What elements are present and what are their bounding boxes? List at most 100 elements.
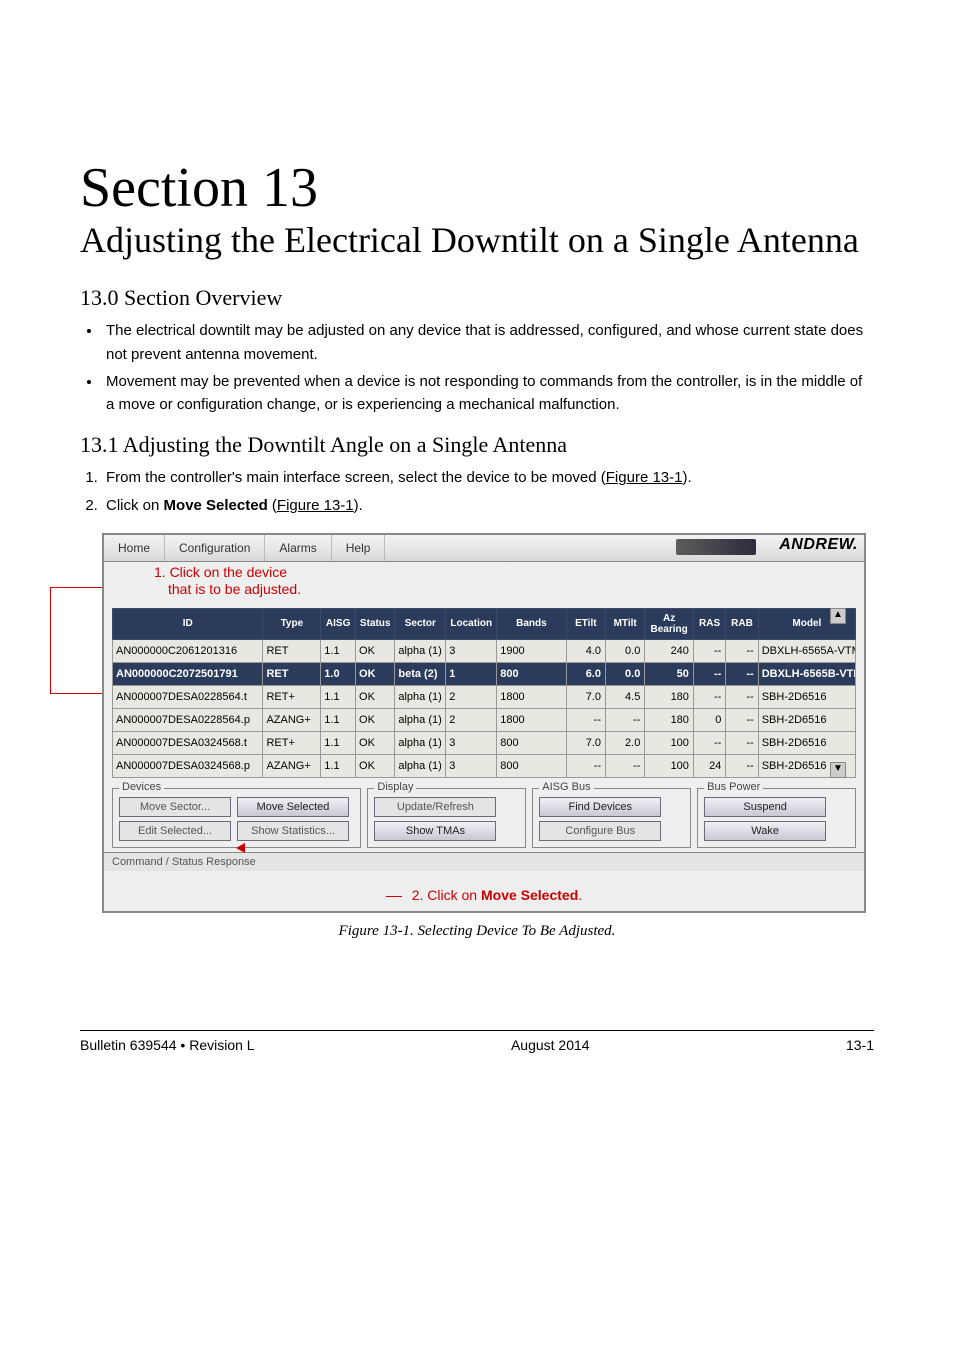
col-id[interactable]: ID [113,608,263,639]
move-sector-button[interactable]: Move Sector... [119,797,231,817]
table-row[interactable]: AN000000C2061201316RET1.1OKalpha (1)3190… [113,639,856,662]
cell-type: RET+ [263,685,321,708]
figure-wrap: Home Configuration Alarms Help ANDREW. 1… [80,533,874,940]
col-aisg[interactable]: AISG [321,608,356,639]
cell-etilt: 7.0 [566,685,605,708]
table-row[interactable]: AN000007DESA0324568.tRET+1.1OKalpha (1)3… [113,731,856,754]
callout-bottom: 2. Click on Move Selected. [104,871,864,911]
col-etilt[interactable]: ETilt [566,608,605,639]
panel-aisg-bus: AISG Bus Find Devices Configure Bus [532,788,691,848]
panel-label: Devices [119,781,164,793]
figure-link[interactable]: Figure 13-1 [606,469,683,486]
callout-text: . [578,887,582,903]
cell-location: 3 [446,754,497,777]
show-statistics-button[interactable]: Show Statistics... [237,821,349,841]
cell-status: OK [356,639,395,662]
brand-subbar [676,539,756,555]
cell-status: OK [356,731,395,754]
col-ras[interactable]: RAS [693,608,725,639]
cell-location: 3 [446,639,497,662]
cell-type: AZANG+ [263,708,321,731]
cell-type: RET+ [263,731,321,754]
col-type[interactable]: Type [263,608,321,639]
step-text: From the controller's main interface scr… [106,469,606,486]
cell-mtilt: -- [605,708,644,731]
menu-alarms[interactable]: Alarms [265,535,331,561]
table-row[interactable]: AN000007DESA0228564.tRET+1.1OKalpha (1)2… [113,685,856,708]
step-bold: Move Selected [164,497,268,514]
cell-rab: -- [726,685,758,708]
cell-etilt: 4.0 [566,639,605,662]
configure-bus-button[interactable]: Configure Bus [539,821,661,841]
cell-etilt: -- [566,754,605,777]
panel-label: Display [374,781,416,793]
cell-status: OK [356,708,395,731]
cell-mtilt: 0.0 [605,662,644,685]
table-row[interactable]: AN000007DESA0228564.pAZANG+1.1OKalpha (1… [113,708,856,731]
procedure-title: 13.1 Adjusting the Downtilt Angle on a S… [80,432,874,458]
menu-help[interactable]: Help [332,535,386,561]
cell-type: AZANG+ [263,754,321,777]
panel-area: Devices Move Sector... Move Selected Edi… [104,778,864,852]
cell-model: SBH-2D6516 [758,731,855,754]
table-row[interactable]: AN000007DESA0324568.pAZANG+1.1OKalpha (1… [113,754,856,777]
scroll-down-icon[interactable]: ▼ [830,762,846,778]
callout-arrow-icon [236,843,245,853]
callout-line: that is to be adjusted. [154,581,301,599]
callout-text: 2. Click on [412,887,481,903]
step-text: ( [268,497,277,514]
cell-bands: 1800 [497,685,566,708]
edit-selected-button[interactable]: Edit Selected... [119,821,231,841]
page-footer: Bulletin 639544 • Revision L August 2014… [80,1030,874,1053]
section-title: Section 13 [80,160,874,216]
cell-ras: -- [693,662,725,685]
callout-bold: Move Selected [481,887,578,903]
menu-home[interactable]: Home [104,535,165,561]
panel-display: Display Update/Refresh Show TMAs [367,788,526,848]
table-row[interactable]: AN000000C2072501791RET1.0OKbeta (2)18006… [113,662,856,685]
col-location[interactable]: Location [446,608,497,639]
callout-line: 1. Click on the device [154,564,287,582]
scroll-up-icon[interactable]: ▲ [830,608,846,624]
procedure-steps: From the controller's main interface scr… [80,466,874,517]
panel-label: AISG Bus [539,781,593,793]
cell-location: 3 [446,731,497,754]
col-rab[interactable]: RAB [726,608,758,639]
col-sector[interactable]: Sector [395,608,446,639]
update-refresh-button[interactable]: Update/Refresh [374,797,496,817]
callout-connector [50,587,51,693]
cell-location: 2 [446,685,497,708]
cell-az: 100 [645,731,694,754]
cell-rab: -- [726,708,758,731]
step-text: Click on [106,497,164,514]
cell-etilt: 6.0 [566,662,605,685]
col-mtilt[interactable]: MTilt [605,608,644,639]
cell-aisg: 1.0 [321,662,356,685]
show-tmas-button[interactable]: Show TMAs [374,821,496,841]
cell-bands: 800 [497,754,566,777]
cell-type: RET [263,662,321,685]
panel-devices: Devices Move Sector... Move Selected Edi… [112,788,361,848]
callout-connector [50,587,102,588]
menu-configuration[interactable]: Configuration [165,535,265,561]
cell-model: DBXLH-6565B-VTM-HI [758,662,855,685]
cell-bands: 1900 [497,639,566,662]
cell-sector: alpha (1) [395,754,446,777]
footer-right: 13-1 [846,1037,874,1053]
col-bands[interactable]: Bands [497,608,566,639]
move-selected-button[interactable]: Move Selected [237,797,349,817]
cell-id: AN000007DESA0324568.p [113,754,263,777]
col-azbearing[interactable]: Az Bearing [645,608,694,639]
cell-az: 180 [645,708,694,731]
cell-bands: 800 [497,662,566,685]
cell-bands: 1800 [497,708,566,731]
find-devices-button[interactable]: Find Devices [539,797,661,817]
wake-button[interactable]: Wake [704,821,826,841]
cell-rab: -- [726,731,758,754]
suspend-button[interactable]: Suspend [704,797,826,817]
cell-rab: -- [726,662,758,685]
col-status[interactable]: Status [356,608,395,639]
cell-bands: 800 [497,731,566,754]
cell-location: 2 [446,708,497,731]
figure-link[interactable]: Figure 13-1 [277,497,354,514]
